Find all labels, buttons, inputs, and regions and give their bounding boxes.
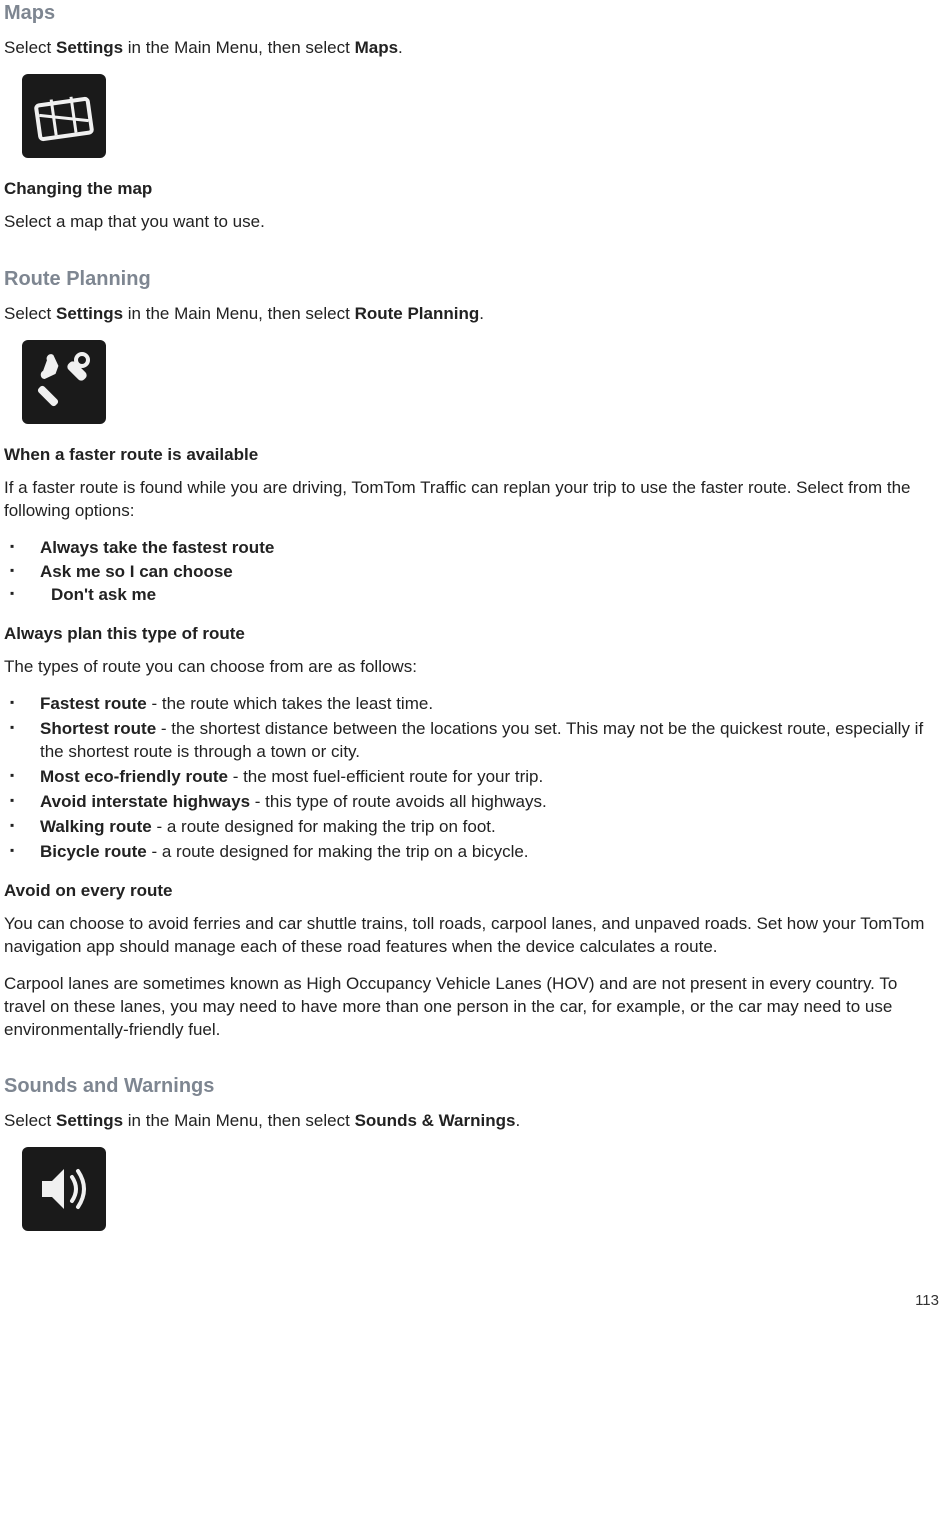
text: Select	[4, 304, 56, 323]
maps-icon	[22, 74, 106, 158]
changing-map-text: Select a map that you want to use.	[4, 211, 939, 234]
faster-options-list: Always take the fastest route Ask me so …	[4, 537, 939, 608]
maps-label: Maps	[355, 38, 398, 57]
route-type-label: Most eco-friendly route	[40, 767, 228, 786]
sounds-warnings-icon	[22, 1147, 106, 1231]
route-type-desc: - the route which takes the least time.	[147, 694, 433, 713]
route-type-desc: - a route designed for making the trip o…	[147, 842, 529, 861]
route-planning-icon	[22, 340, 106, 424]
option-label: Don't ask me	[51, 585, 156, 604]
route-select-text: Select Settings in the Main Menu, then s…	[4, 303, 939, 326]
route-planning-label: Route Planning	[355, 304, 480, 323]
route-types-list: Fastest route - the route which takes th…	[4, 693, 939, 864]
always-plan-intro: The types of route you can choose from a…	[4, 656, 939, 679]
settings-label: Settings	[56, 1111, 123, 1130]
option-label: Ask me so I can choose	[40, 562, 233, 581]
maps-heading: Maps	[4, 0, 939, 27]
route-type-label: Avoid interstate highways	[40, 792, 250, 811]
maps-select-text: Select Settings in the Main Menu, then s…	[4, 37, 939, 60]
list-item: Shortest route - the shortest distance b…	[4, 718, 939, 764]
list-item: Bicycle route - a route designed for mak…	[4, 841, 939, 864]
sounds-select-text: Select Settings in the Main Menu, then s…	[4, 1110, 939, 1133]
route-type-desc: - the shortest distance between the loca…	[40, 719, 923, 761]
sounds-warnings-heading: Sounds and Warnings	[4, 1073, 939, 1100]
speaker-icon	[32, 1157, 96, 1221]
text: Select	[4, 38, 56, 57]
faster-route-heading: When a faster route is available	[4, 444, 939, 467]
list-item: Don't ask me	[4, 584, 939, 607]
text: .	[398, 38, 403, 57]
settings-label: Settings	[56, 38, 123, 57]
text: .	[479, 304, 484, 323]
list-item: Fastest route - the route which takes th…	[4, 693, 939, 716]
text: Select	[4, 1111, 56, 1130]
route-planning-heading: Route Planning	[4, 266, 939, 293]
settings-label: Settings	[56, 304, 123, 323]
option-label: Always take the fastest route	[40, 538, 274, 557]
avoid-paragraph-1: You can choose to avoid ferries and car …	[4, 913, 939, 959]
wrench-pin-icon	[32, 350, 96, 414]
text: in the Main Menu, then select	[123, 1111, 355, 1130]
list-item: Avoid interstate highways - this type of…	[4, 791, 939, 814]
map-glyph-icon	[32, 84, 96, 148]
changing-map-heading: Changing the map	[4, 178, 939, 201]
text: .	[515, 1111, 520, 1130]
route-type-label: Walking route	[40, 817, 152, 836]
route-type-label: Bicycle route	[40, 842, 147, 861]
list-item: Always take the fastest route	[4, 537, 939, 560]
list-item: Walking route - a route designed for mak…	[4, 816, 939, 839]
route-type-label: Fastest route	[40, 694, 147, 713]
avoid-heading: Avoid on every route	[4, 880, 939, 903]
route-type-desc: - this type of route avoids all highways…	[250, 792, 547, 811]
avoid-paragraph-2: Carpool lanes are sometimes known as Hig…	[4, 973, 939, 1042]
route-type-desc: - a route designed for making the trip o…	[152, 817, 496, 836]
page-number: 113	[0, 1251, 943, 1317]
always-plan-heading: Always plan this type of route	[4, 623, 939, 646]
route-type-desc: - the most fuel-efficient route for your…	[228, 767, 543, 786]
list-item: Ask me so I can choose	[4, 561, 939, 584]
sounds-warnings-label: Sounds & Warnings	[355, 1111, 516, 1130]
text: in the Main Menu, then select	[123, 304, 355, 323]
faster-route-text: If a faster route is found while you are…	[4, 477, 939, 523]
list-item: Most eco-friendly route - the most fuel-…	[4, 766, 939, 789]
route-type-label: Shortest route	[40, 719, 156, 738]
text: in the Main Menu, then select	[123, 38, 355, 57]
